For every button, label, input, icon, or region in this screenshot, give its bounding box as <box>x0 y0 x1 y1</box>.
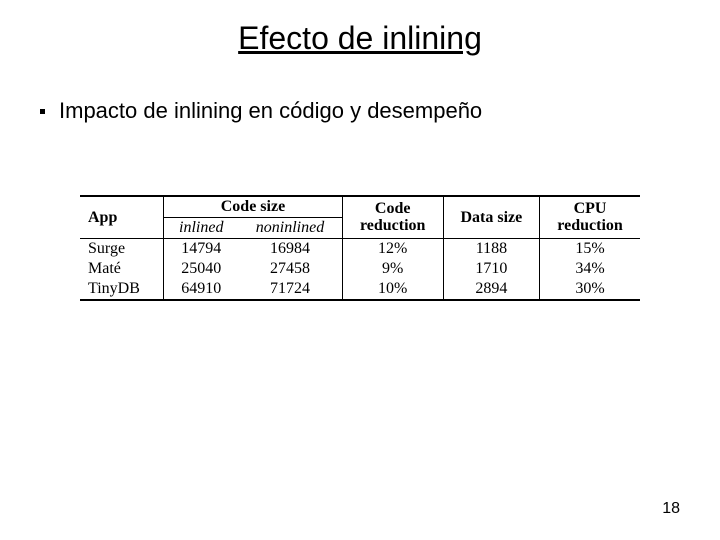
cell-noninlined: 27458 <box>238 259 342 279</box>
cell-cpu-reduction: 15% <box>540 239 640 260</box>
slide: Efecto de inlining Impacto de inlining e… <box>0 0 720 540</box>
sub-noninlined: noninlined <box>238 218 342 239</box>
cell-noninlined: 16984 <box>238 239 342 260</box>
bullet-text: Impacto de inlining en código y desempeñ… <box>59 98 482 124</box>
cell-code-reduction: 10% <box>342 279 443 300</box>
page-number: 18 <box>662 500 680 518</box>
cell-code-reduction: 12% <box>342 239 443 260</box>
cell-cpu-reduction: 30% <box>540 279 640 300</box>
col-code-size: Code size <box>164 196 343 218</box>
cell-inlined: 64910 <box>164 279 239 300</box>
col-app: App <box>80 196 164 239</box>
col-data-size: Data size <box>443 196 539 239</box>
inlining-table-wrap: App Code size Codereduction Data size CP… <box>80 195 640 301</box>
cell-app: Maté <box>80 259 164 279</box>
bullet-item: Impacto de inlining en código y desempeñ… <box>40 98 482 124</box>
cell-data-size: 1188 <box>443 239 539 260</box>
cell-inlined: 14794 <box>164 239 239 260</box>
page-title: Efecto de inlining <box>0 20 720 57</box>
table-row: Surge 14794 16984 12% 1188 15% <box>80 239 640 260</box>
cell-app: Surge <box>80 239 164 260</box>
cell-app: TinyDB <box>80 279 164 300</box>
cell-cpu-reduction: 34% <box>540 259 640 279</box>
cell-data-size: 1710 <box>443 259 539 279</box>
sub-inlined: inlined <box>164 218 239 239</box>
table-row: TinyDB 64910 71724 10% 2894 30% <box>80 279 640 300</box>
col-cpu-reduction: CPUreduction <box>540 196 640 239</box>
inlining-table: App Code size Codereduction Data size CP… <box>80 195 640 301</box>
cell-code-reduction: 9% <box>342 259 443 279</box>
table-header-row: App Code size Codereduction Data size CP… <box>80 196 640 218</box>
col-code-reduction: Codereduction <box>342 196 443 239</box>
table-row: Maté 25040 27458 9% 1710 34% <box>80 259 640 279</box>
cell-noninlined: 71724 <box>238 279 342 300</box>
cell-data-size: 2894 <box>443 279 539 300</box>
bullet-icon <box>40 109 45 114</box>
table-body: Surge 14794 16984 12% 1188 15% Maté 2504… <box>80 239 640 301</box>
cell-inlined: 25040 <box>164 259 239 279</box>
